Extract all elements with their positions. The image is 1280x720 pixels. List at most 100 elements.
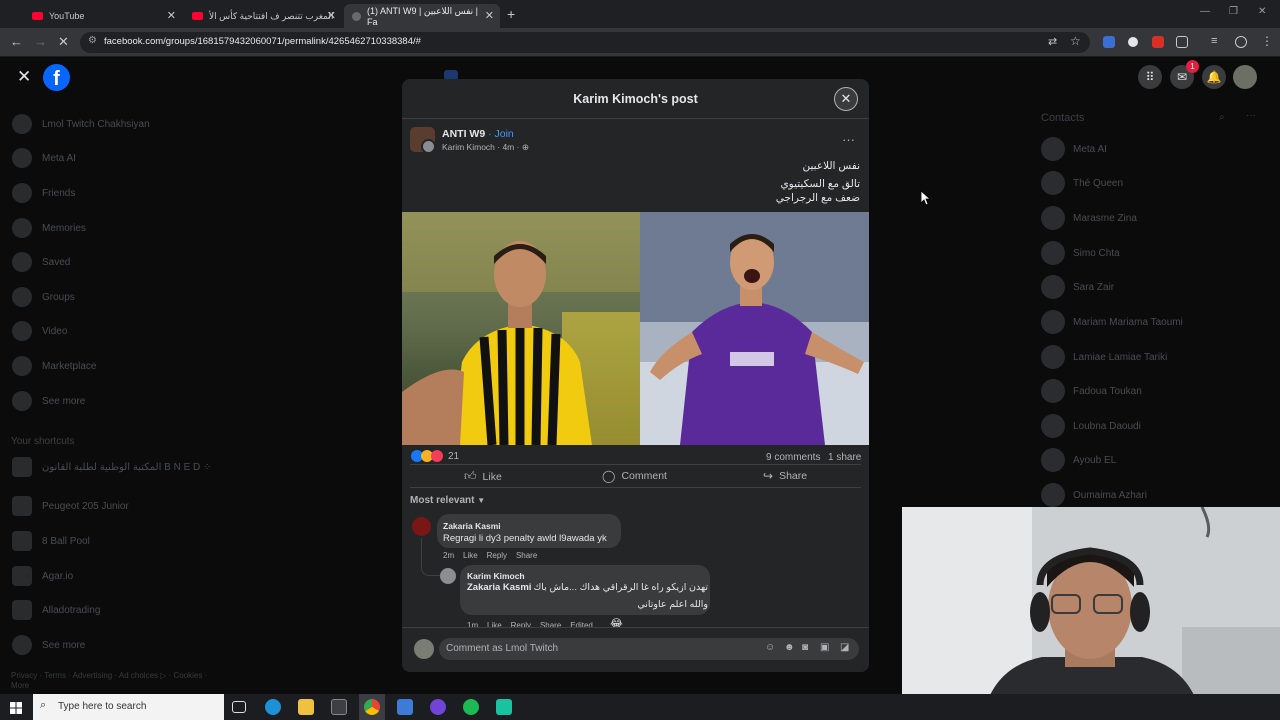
- bookmark-star-icon[interactable]: ☆: [1070, 34, 1081, 48]
- close-viewer-icon[interactable]: ✕: [17, 67, 31, 87]
- emoji-icon[interactable]: ☻: [784, 642, 795, 653]
- author-meta[interactable]: Karim Kimoch · 4m ·: [442, 142, 519, 152]
- extension-pdf-icon[interactable]: [1152, 36, 1164, 48]
- comment-text: تهدن ازيكو راه غا الرقراقي هداك ...ماش ب…: [533, 582, 708, 593]
- shortcut-item[interactable]: Peugeot 205 Junior: [12, 496, 129, 516]
- contact-item[interactable]: Sara Zair: [1041, 275, 1114, 299]
- site-info-icon[interactable]: ⚙: [88, 35, 97, 46]
- avatar[interactable]: [440, 568, 456, 584]
- back-icon[interactable]: ←: [10, 34, 23, 49]
- shortcut-item[interactable]: Alladotrading: [12, 600, 100, 620]
- forward-icon[interactable]: →: [34, 34, 47, 49]
- comment-author-link[interactable]: Karim Kimoch: [467, 571, 525, 581]
- close-icon[interactable]: ✕: [834, 87, 858, 111]
- shortcut-label: 8 Ball Pool: [42, 535, 90, 547]
- avatar[interactable]: [412, 517, 431, 536]
- store-icon[interactable]: [331, 699, 347, 715]
- facebook-logo[interactable]: f: [43, 64, 70, 91]
- mention-link[interactable]: Zakaria Kasmi: [467, 582, 531, 593]
- comment-time[interactable]: 2m: [443, 551, 454, 560]
- modal-title: Karim Kimoch's post: [573, 92, 698, 106]
- contact-item[interactable]: Lamiae Lamiae Tariki: [1041, 345, 1167, 369]
- sidebar-see-more[interactable]: See more: [12, 391, 85, 411]
- like-button[interactable]: 👍︎ Like: [464, 469, 502, 484]
- gif-icon[interactable]: ▣: [820, 642, 829, 653]
- new-tab-icon[interactable]: +: [507, 6, 515, 22]
- contact-item[interactable]: Mariam Mariama Taoumi: [1041, 310, 1183, 334]
- comment-label: Comment: [621, 470, 667, 482]
- contact-item[interactable]: Fadoua Toukan: [1041, 379, 1142, 403]
- author-avatar[interactable]: [421, 139, 436, 154]
- post-photo-player-yellow[interactable]: [402, 212, 640, 445]
- sidebar-item-memories[interactable]: Memories: [12, 218, 86, 238]
- more-options-icon[interactable]: ···: [1246, 110, 1256, 121]
- sidebar-item-video[interactable]: Video: [12, 321, 67, 341]
- contact-item[interactable]: Oumaima Azhari: [1041, 483, 1147, 507]
- close-tab-icon[interactable]: ✕: [327, 9, 336, 22]
- spotify-icon[interactable]: [463, 699, 479, 715]
- tab-youtube-2[interactable]: المغرب تتنصر ف افتتاحية كأس الأ ✕: [184, 4, 342, 28]
- translate-icon[interactable]: ⇄: [1048, 35, 1057, 48]
- shortcuts-see-more[interactable]: See more: [12, 635, 85, 655]
- chrome-icon[interactable]: [364, 699, 380, 715]
- contact-item[interactable]: Marasme Zina: [1041, 206, 1137, 230]
- search-icon[interactable]: ⌕: [1219, 112, 1225, 123]
- tab-youtube[interactable]: YouTube ✕: [24, 4, 182, 28]
- contact-item[interactable]: Thé Queen: [1041, 171, 1123, 195]
- task-view-icon[interactable]: [232, 701, 246, 713]
- menu-grid-icon[interactable]: ⠿: [1138, 65, 1162, 89]
- mail-icon[interactable]: [397, 699, 413, 715]
- reactions-summary[interactable]: 21: [411, 450, 459, 462]
- more-menu-icon[interactable]: ⋮: [1261, 34, 1273, 48]
- post-photo-player-purple[interactable]: [640, 212, 869, 445]
- extension-translate-icon[interactable]: [1103, 36, 1115, 48]
- avatar-sticker-icon[interactable]: ☺: [765, 642, 775, 653]
- comment-sort-dropdown[interactable]: Most relevant ▼: [410, 495, 485, 506]
- comment-button[interactable]: ◯ Comment: [602, 469, 667, 483]
- sidebar-item-friends[interactable]: Friends: [12, 183, 75, 203]
- camera-icon[interactable]: ◙: [802, 642, 808, 653]
- comment-reply-link[interactable]: Reply: [487, 551, 507, 560]
- extension-icon[interactable]: [1128, 37, 1138, 47]
- restore-icon[interactable]: ❐: [1229, 6, 1238, 17]
- loading-icon: [352, 11, 361, 21]
- minimize-icon[interactable]: —: [1200, 6, 1210, 17]
- extensions-puzzle-icon[interactable]: [1176, 36, 1188, 48]
- shares-count-link[interactable]: 1 share: [828, 452, 861, 463]
- comments-count-link[interactable]: 9 comments: [766, 452, 820, 463]
- file-explorer-icon[interactable]: [298, 699, 314, 715]
- stop-loading-icon[interactable]: ✕: [58, 34, 69, 50]
- close-tab-icon[interactable]: ✕: [167, 9, 176, 22]
- profile-icon[interactable]: [1235, 36, 1247, 48]
- account-avatar[interactable]: [1233, 65, 1257, 89]
- app-icon[interactable]: [496, 699, 512, 715]
- windows-start-icon[interactable]: [10, 701, 22, 714]
- shortcut-item[interactable]: 8 Ball Pool: [12, 531, 90, 551]
- contact-item[interactable]: Ayoub EL: [1041, 448, 1116, 472]
- edge-browser-icon[interactable]: [265, 699, 281, 715]
- reading-list-icon[interactable]: ≡: [1211, 35, 1217, 47]
- contact-item[interactable]: Loubna Daoudi: [1041, 414, 1141, 438]
- comment-author-link[interactable]: Zakaria Kasmi: [443, 521, 501, 531]
- contact-item[interactable]: Meta AI: [1041, 137, 1107, 161]
- sidebar-item-meta-ai[interactable]: Meta AI: [12, 148, 76, 168]
- comment-like-link[interactable]: Like: [463, 551, 478, 560]
- group-name-link[interactable]: ANTI W9: [442, 128, 485, 140]
- obs-icon[interactable]: [430, 699, 446, 715]
- shortcut-item[interactable]: Agar.io: [12, 566, 73, 586]
- close-window-icon[interactable]: ✕: [1258, 6, 1266, 17]
- sidebar-item-marketplace[interactable]: Marketplace: [12, 356, 96, 376]
- close-tab-icon[interactable]: ✕: [485, 9, 494, 22]
- notifications-bell-icon[interactable]: 🔔: [1202, 65, 1226, 89]
- sidebar-item-profile[interactable]: Lmol Twitch Chakhsiyan: [12, 114, 150, 134]
- sidebar-item-groups[interactable]: Groups: [12, 287, 75, 307]
- share-button[interactable]: ↪ Share: [763, 469, 807, 483]
- join-link[interactable]: · Join: [488, 128, 514, 140]
- contact-item[interactable]: Simo Chta: [1041, 241, 1120, 265]
- comment-share-link[interactable]: Share: [516, 551, 537, 560]
- tab-facebook[interactable]: (1) ANTI W9 | نفس اللاعبين | Fa ✕: [344, 4, 500, 28]
- sticker-icon[interactable]: ◪: [840, 642, 849, 653]
- post-options-icon[interactable]: ···: [842, 132, 855, 147]
- sidebar-item-saved[interactable]: Saved: [12, 252, 70, 272]
- shortcut-item[interactable]: المكتبة الوطنية لطلبة القانون B N E D ⁘: [12, 457, 211, 477]
